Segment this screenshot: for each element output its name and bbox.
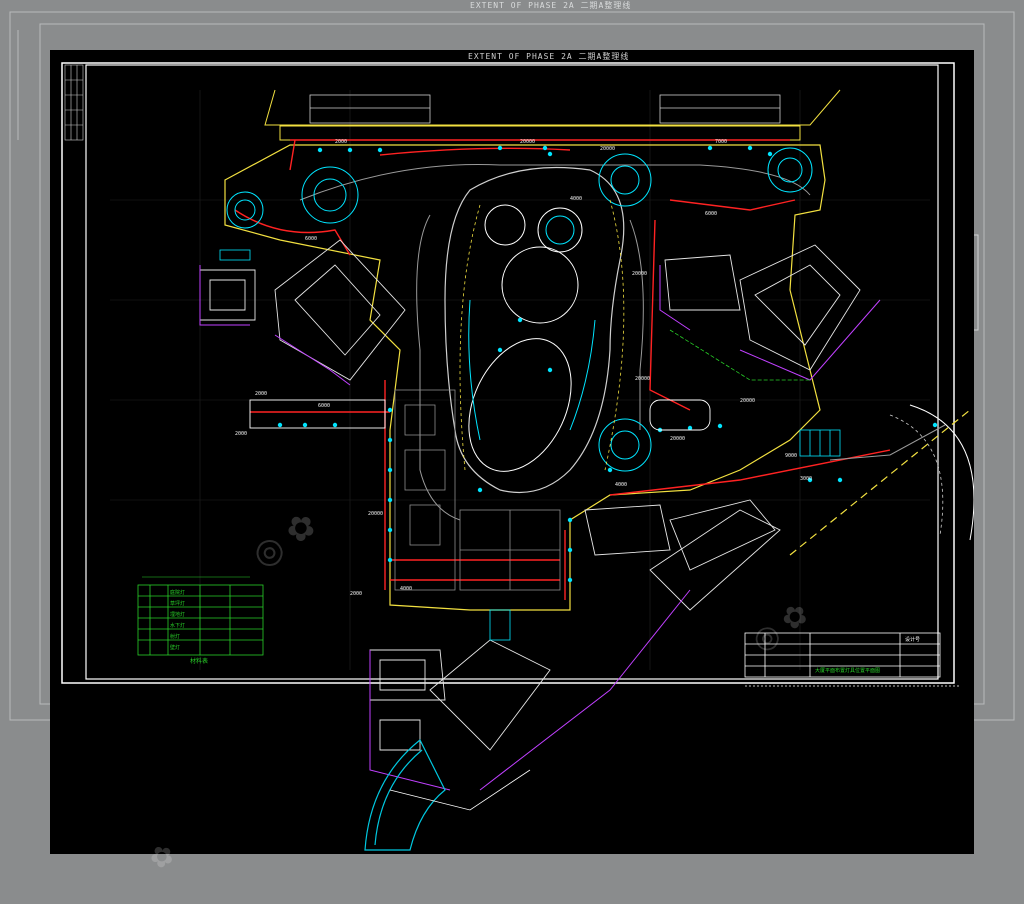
dimension-labels: 2000 20000 7000 6000 2000 6000 20000 200…: [235, 139, 812, 597]
dimension-label: 9000: [785, 453, 797, 459]
legend-row: 庭院灯: [170, 589, 185, 596]
legend-row: 水下灯: [170, 622, 185, 629]
dimension-label: 7000: [715, 139, 727, 145]
dimension-label: 6000: [705, 211, 717, 217]
dimension-label: 20000: [632, 271, 647, 277]
dimension-label: 6000: [305, 236, 317, 242]
dimension-label: 3000: [800, 476, 812, 482]
dimension-label: 6000: [318, 403, 330, 409]
legend-caption: 材料表: [190, 657, 208, 665]
dimension-label: 2000: [235, 431, 247, 437]
title-block-label: 设计号: [905, 636, 920, 643]
dimension-label: 20000: [368, 511, 383, 517]
dimension-label: 20000: [520, 139, 535, 145]
dimension-label: 4000: [400, 586, 412, 592]
dimension-label: 2000: [350, 591, 362, 597]
dimension-label: 2000: [255, 391, 267, 397]
dimension-label: 20000: [635, 376, 650, 382]
dimension-label: 20000: [600, 146, 615, 152]
legend-row: 草坪灯: [170, 600, 185, 607]
legend-row: 埋地灯: [170, 611, 185, 618]
dimension-label: 2000: [335, 139, 347, 145]
dimension-label: 20000: [670, 436, 685, 442]
cad-drawing: 2000 20000 7000 6000 2000 6000 20000 200…: [61, 62, 974, 851]
drawing-title: EXTENT OF PHASE 2A 二期A整理线: [468, 52, 630, 61]
dimension-label: 4000: [615, 482, 627, 488]
dimension-label: 4000: [570, 196, 582, 202]
title-block-project: 大厦平面布置灯具位置平面图: [815, 667, 880, 674]
legend-row: 壁灯: [170, 644, 180, 651]
legend-row: 射灯: [170, 633, 180, 640]
cad-canvas[interactable]: 2000 20000 7000 6000 2000 6000 20000 200…: [50, 50, 974, 854]
legend-table: [137, 584, 264, 656]
dimension-label: 20000: [740, 398, 755, 404]
